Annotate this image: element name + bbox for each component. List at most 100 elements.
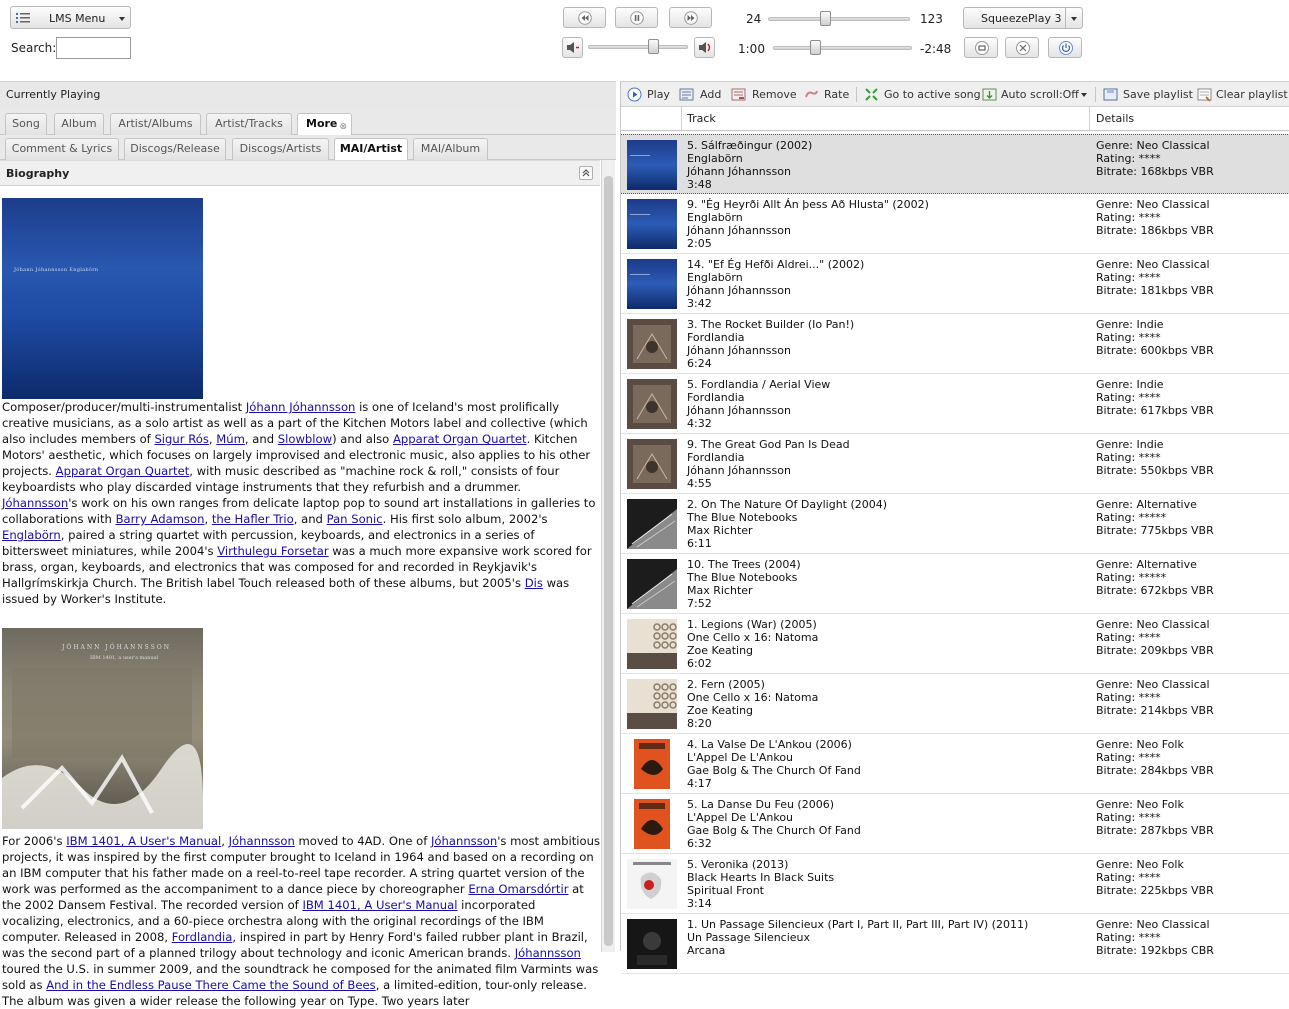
track-duration: 6:24 (687, 357, 712, 370)
menu-list-icon (16, 13, 30, 23)
bio-link[interactable]: Jóhannsson (2, 496, 68, 510)
column-details[interactable]: Details (1096, 112, 1134, 125)
playlist-row[interactable]: 2. On The Nature Of Daylight (2004) The B… (621, 494, 1289, 554)
bio-link[interactable]: Virthulegu Forsetar (217, 544, 328, 558)
bio-link[interactable]: Jóhannsson (431, 834, 497, 848)
playlist-toolbar: Play Add Remove Rate Go to active song A… (621, 82, 1289, 107)
playlist-row[interactable]: 14. "Ef Ég Hefði Aldrei..." (2002) Englab… (621, 254, 1289, 314)
tab-song[interactable]: Song (5, 113, 47, 135)
slider-thumb[interactable] (810, 40, 821, 55)
remaining-time: -2:48 (920, 42, 952, 56)
playlist-row[interactable]: 10. The Trees (2004) The Blue Notebooks Ma… (621, 554, 1289, 614)
bio-link[interactable]: Slowblow (278, 432, 332, 446)
playlist-header: Track Details (621, 107, 1289, 131)
save-playlist-button[interactable]: Save playlist (1103, 87, 1193, 103)
go-to-active-song-button[interactable]: Go to active song (864, 87, 981, 103)
scrollbar-thumb[interactable] (604, 176, 613, 946)
bio-link[interactable]: And in the Endless Pause There Came the … (46, 978, 375, 992)
playlist-row[interactable]: 4. La Valse De L'Ankou (2006) L'Appel De … (621, 734, 1289, 794)
bio-link[interactable]: Jóhann Jóhannsson (246, 400, 356, 414)
playlist-row[interactable]: 9. The Great God Pan Is Dead Fordlandia Jó… (621, 434, 1289, 494)
playlist-row[interactable]: 2. Fern (2005) One Cello x 16: Natoma Zoe … (621, 674, 1289, 734)
bio-link[interactable]: IBM 1401, A User's Manual (302, 898, 457, 912)
tab-album[interactable]: Album (54, 113, 104, 135)
track-album: One Cello x 16: Natoma (687, 691, 819, 704)
remove-button[interactable]: Remove (731, 87, 797, 103)
track-album: Englabörn (687, 271, 743, 284)
auto-scroll-button[interactable]: Auto scroll:Off (982, 87, 1087, 103)
track-number-total: 123 (920, 12, 943, 26)
search-input[interactable] (56, 37, 131, 59)
track-artist: Spiritual Front (687, 884, 764, 897)
song-progress-slider[interactable] (773, 40, 912, 55)
track-artist: Jóhann Jóhannsson (687, 344, 791, 357)
bio-link[interactable]: Jóhannsson (515, 946, 581, 960)
slider-thumb[interactable] (648, 39, 659, 54)
pause-button[interactable] (615, 7, 658, 28)
bio-link[interactable]: Dis (525, 576, 543, 590)
shuffle-button[interactable] (1005, 37, 1039, 58)
track-bitrate: Bitrate: 775kbps VBR (1096, 524, 1214, 537)
track-duration: 6:02 (687, 657, 712, 670)
column-divider (1089, 107, 1090, 131)
vertical-scrollbar[interactable] (601, 160, 615, 952)
bio-link[interactable]: Jóhannsson (229, 834, 295, 848)
collapse-button[interactable] (579, 166, 593, 180)
play-button[interactable]: Play (627, 87, 671, 103)
add-button[interactable]: Add (679, 87, 723, 103)
playlist-row[interactable]: 5. La Danse Du Feu (2006) L'Appel De L'An… (621, 794, 1289, 854)
clear-playlist-button[interactable]: Clear playlist (1197, 87, 1288, 103)
track-position-slider[interactable] (768, 11, 910, 26)
tab-mai-album[interactable]: MAI/Album (413, 138, 488, 160)
close-icon[interactable]: ⊗ (339, 117, 347, 137)
power-button[interactable] (1048, 37, 1082, 58)
playlist-row[interactable]: 5. Fordlandia / Aerial View Fordlandia Jóh… (621, 374, 1289, 434)
lms-menu-button[interactable]: LMS Menu (10, 6, 131, 29)
bio-link[interactable]: Sigur Rós (154, 432, 208, 446)
playlist-row[interactable]: 1. Legions (War) (2005) One Cello x 16: N… (621, 614, 1289, 674)
track-genre: Genre: Neo Classical (1096, 918, 1210, 931)
bio-link[interactable]: Erna Omarsdórtir (468, 882, 568, 896)
tab-mai-artist[interactable]: MAI/Artist (334, 138, 408, 161)
bio-link[interactable]: the Hafler Trio (212, 512, 294, 526)
next-button[interactable] (669, 7, 712, 28)
bio-link[interactable]: Pan Sonic (327, 512, 383, 526)
bio-link[interactable]: Múm (216, 432, 245, 446)
bio-text: Composer/producer/multi-instrumentalist (2, 400, 246, 414)
repeat-button[interactable] (964, 37, 998, 58)
track-title: 2. On The Nature Of Daylight (2004) (687, 498, 888, 511)
playlist-row[interactable]: 1. Un Passage Silencieux (Part I, Part I… (621, 914, 1289, 974)
bio-link[interactable]: IBM 1401, A User's Manual (66, 834, 221, 848)
tab-more[interactable]: More ⊗ (297, 113, 352, 136)
tab-artist-albums[interactable]: Artist/Albums (110, 113, 201, 135)
rate-button[interactable]: Rate (804, 87, 849, 103)
track-bitrate: Bitrate: 550kbps VBR (1096, 464, 1214, 477)
playlist-row[interactable]: 9. "Ég Heyrði Allt Án þess Að Hlusta" (2… (621, 194, 1289, 254)
track-bitrate: Bitrate: 168kbps VBR (1096, 165, 1214, 178)
track-artist: Max Richter (687, 584, 753, 597)
volume-up-button[interactable] (694, 37, 715, 58)
bio-link[interactable]: Apparat Organ Quartet (393, 432, 527, 446)
track-title: 4. La Valse De L'Ankou (2006) (687, 738, 852, 751)
tab-discogs-artists[interactable]: Discogs/Artists (232, 138, 329, 160)
previous-button[interactable] (563, 7, 606, 28)
tab-discogs-release[interactable]: Discogs/Release (124, 138, 226, 160)
bio-link[interactable]: Barry Adamson (116, 512, 205, 526)
track-album: Black Hearts In Black Suits (687, 871, 835, 884)
player-select[interactable]: SqueezePlay 3 (963, 7, 1083, 29)
volume-slider[interactable] (588, 39, 688, 54)
tab-comment-lyrics[interactable]: Comment & Lyrics (5, 138, 119, 160)
track-number-current: 24 (746, 12, 762, 26)
playlist-row[interactable]: 3. The Rocket Builder (Io Pan!) Fordlandi… (621, 314, 1289, 374)
mute-button[interactable] (562, 37, 583, 58)
tab-artist-tracks[interactable]: Artist/Tracks (206, 113, 292, 135)
slider-thumb[interactable] (820, 11, 831, 26)
playlist-row[interactable]: 5. Veronika (2013) Black Hearts In Black … (621, 854, 1289, 914)
track-genre: Genre: Neo Classical (1096, 198, 1210, 211)
playlist-row-active[interactable]: 5. Sálfræðingur (2002) Englabörn Jóhann Jó… (621, 134, 1289, 194)
bio-link[interactable]: Fordlandia (172, 930, 233, 944)
rewind-icon (578, 11, 592, 25)
column-track[interactable]: Track (687, 112, 716, 125)
bio-link[interactable]: Apparat Organ Quartet (56, 464, 190, 478)
bio-link[interactable]: Englabörn (2, 528, 61, 542)
